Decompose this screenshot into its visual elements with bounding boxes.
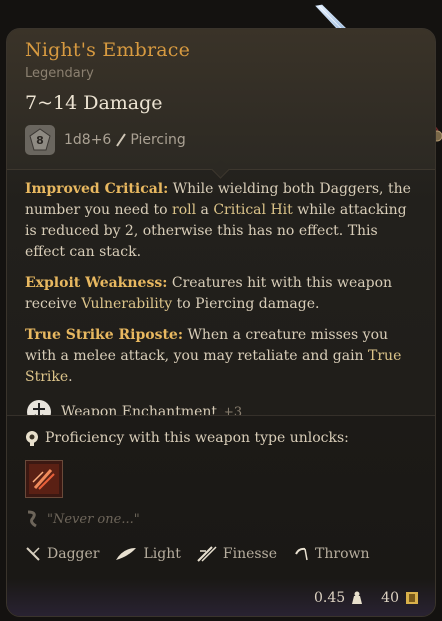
tag-dagger: Dagger — [25, 546, 99, 562]
damage-type-label: Piercing — [130, 132, 186, 148]
tag-label: Finesse — [222, 546, 278, 562]
item-value: 40 — [381, 590, 399, 606]
piercing-icon — [116, 133, 127, 147]
property-paragraph: Improved Critical: While wielding both D… — [25, 179, 419, 263]
tag-light: Light — [115, 546, 181, 562]
properties-section: Improved Critical: While wielding both D… — [25, 179, 419, 426]
property-text: . — [68, 369, 73, 385]
tooltip-header: Night's Embrace Legendary 7~14 Damage 8 … — [7, 29, 435, 170]
property-text: a — [196, 202, 214, 218]
proficiency-row: Proficiency with this weapon type unlock… — [25, 430, 349, 446]
damage-type: Piercing — [115, 132, 186, 148]
item-damage: 7~14 Damage — [25, 92, 163, 114]
keyword-link[interactable]: Vulnerability — [81, 296, 172, 312]
proficiency-text: Proficiency with this weapon type unlock… — [45, 430, 349, 446]
unlocked-action-tile[interactable] — [25, 460, 63, 498]
finesse-icon — [197, 546, 217, 562]
dice-value: 8 — [36, 133, 44, 147]
d8-dice-icon: 8 — [25, 125, 55, 155]
gold-icon — [406, 592, 418, 604]
tag-label: Thrown — [315, 546, 370, 562]
property-paragraph: Exploit Weakness: Creatures hit with thi… — [25, 273, 419, 315]
item-name: Night's Embrace — [25, 39, 191, 61]
damage-dice-row: 8 1d8+6 Piercing — [25, 125, 186, 155]
proficiency-icon — [26, 431, 38, 446]
property-text: to Piercing damage. — [172, 296, 320, 312]
flavor-quote: "Never one..." — [47, 511, 140, 527]
weapon-tags: Dagger Light Finesse Thrown — [25, 546, 386, 562]
tag-label: Light — [143, 546, 181, 562]
dice-formula: 1d8+6 — [64, 132, 112, 148]
tag-label: Dagger — [47, 546, 100, 562]
slashing-attack-icon — [29, 464, 59, 494]
quote-row: "Never one..." — [25, 510, 140, 528]
property-name: True Strike Riposte: — [25, 327, 183, 343]
tooltip-footer: Proficiency with this weapon type unlock… — [7, 415, 435, 616]
feather-icon — [116, 548, 137, 560]
dagger-icon — [26, 547, 40, 561]
properties-list: Improved Critical: While wielding both D… — [25, 179, 419, 388]
keyword-link[interactable]: Critical Hit — [213, 202, 292, 218]
item-rarity: Legendary — [25, 66, 94, 81]
property-name: Exploit Weakness: — [25, 275, 168, 291]
scroll-icon — [27, 510, 37, 528]
keyword-link[interactable]: roll — [172, 202, 196, 218]
weight-icon — [352, 591, 363, 604]
item-weight: 0.45 — [314, 590, 346, 606]
property-paragraph: True Strike Riposte: When a creature mis… — [25, 325, 419, 388]
property-name: Improved Critical: — [25, 181, 169, 197]
tag-thrown: Thrown — [293, 546, 370, 562]
thrown-icon — [295, 547, 308, 561]
tag-finesse: Finesse — [197, 546, 277, 562]
item-tooltip: Night's Embrace Legendary 7~14 Damage 8 … — [6, 28, 436, 617]
item-meta: 0.45 40 — [314, 590, 419, 606]
